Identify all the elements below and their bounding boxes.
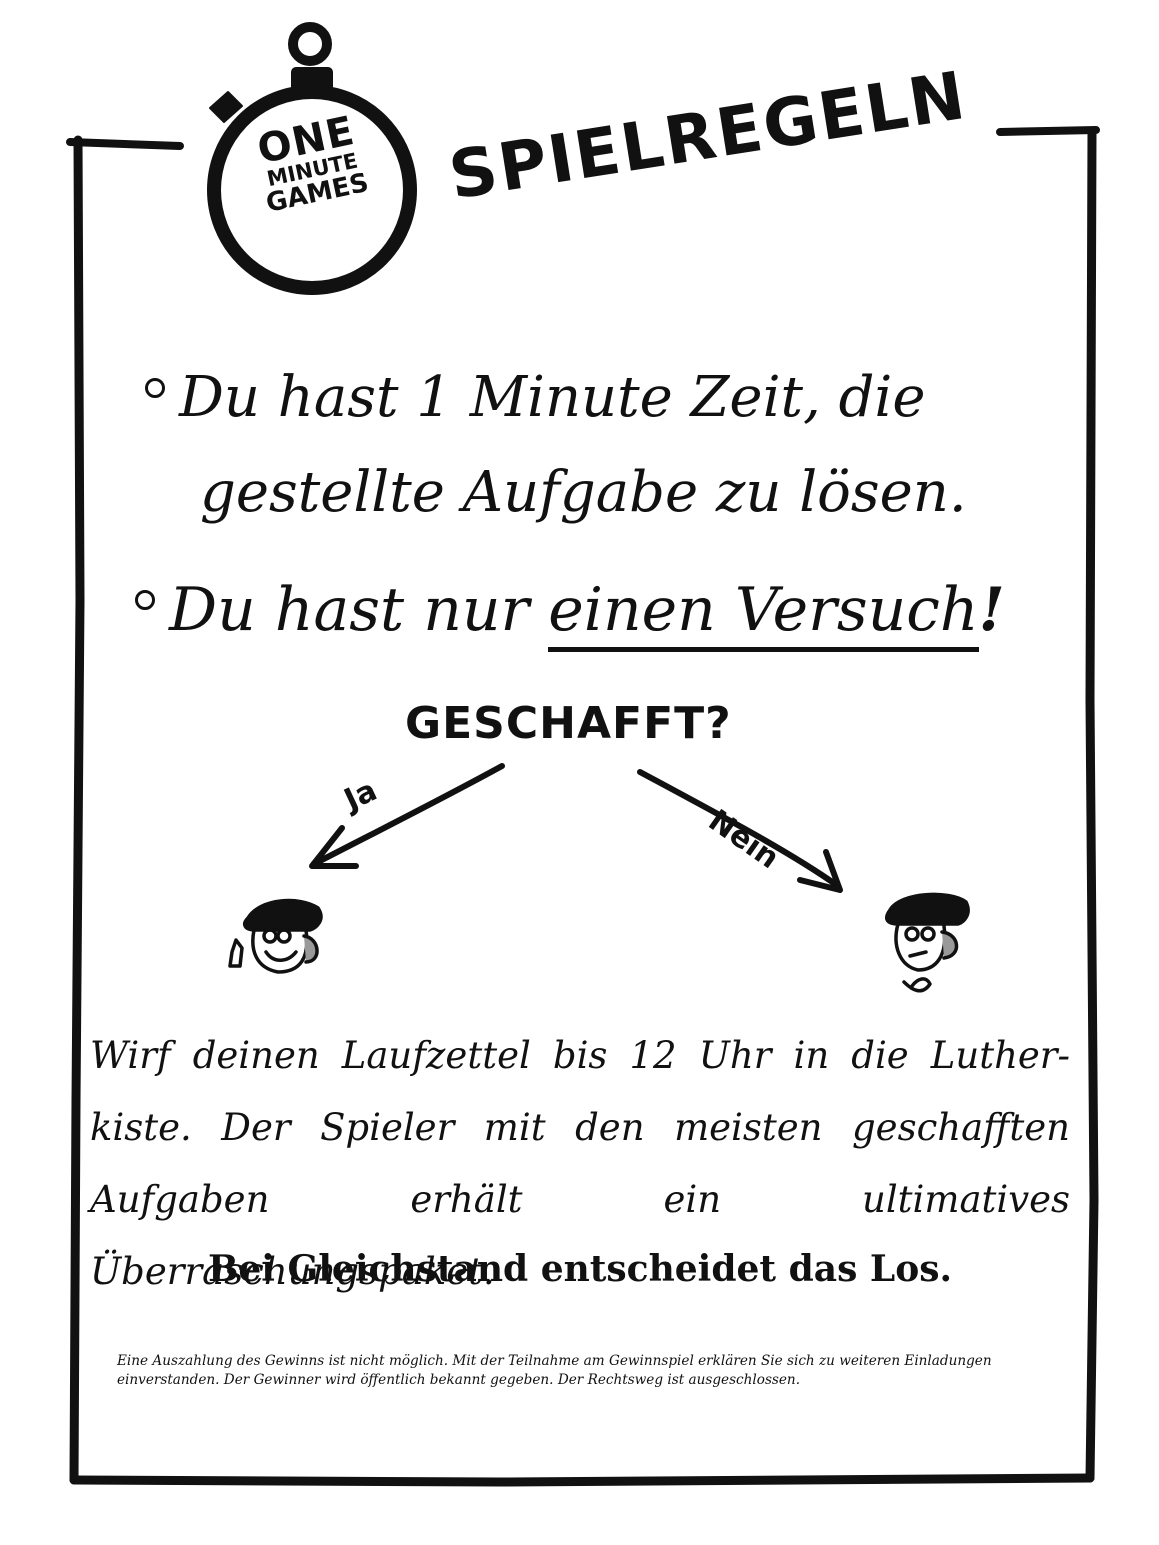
prize-line-one: Wirf deinen Laufzettel bis 12 Uhr in die… (90, 1034, 1070, 1077)
frame-bottom-edge (69, 1473, 1095, 1487)
rule-two: Du hast nur einen Versuch! (135, 575, 1005, 652)
frame-top-right-edge (996, 126, 1100, 136)
frame-top-left-edge (66, 138, 184, 150)
question-heading: GESCHAFFT? (405, 698, 732, 749)
page-frame (66, 22, 1100, 1487)
arrow-yes (315, 763, 505, 865)
rule-one-line-two: gestellte Aufgabe zu lösen. (200, 460, 967, 525)
bullet-icon (145, 377, 165, 398)
rule-one-text-a: Du hast 1 Minute Zeit, die (179, 365, 926, 430)
character-happy-icon (228, 898, 323, 974)
tiebreak-text: Bei Gleichstand entscheidet das Los. (207, 1248, 953, 1290)
rule-two-suffix: ! (978, 575, 1005, 645)
bullet-icon (135, 590, 155, 611)
rule-two-emphasis: einen Versuch (548, 575, 979, 652)
legal-disclaimer: Eine Auszahlung des Gewinns ist nicht mö… (117, 1353, 992, 1388)
rule-two-prefix: Du hast nur (169, 575, 549, 645)
character-thinking-icon (884, 892, 970, 993)
frame-right-edge (1085, 127, 1099, 1483)
rule-one-line-one: Du hast 1 Minute Zeit, die (145, 365, 925, 430)
prize-line-two: kiste. Der Spieler mit den meisten gesch… (90, 1106, 1070, 1149)
frame-left-edge (69, 135, 85, 1485)
